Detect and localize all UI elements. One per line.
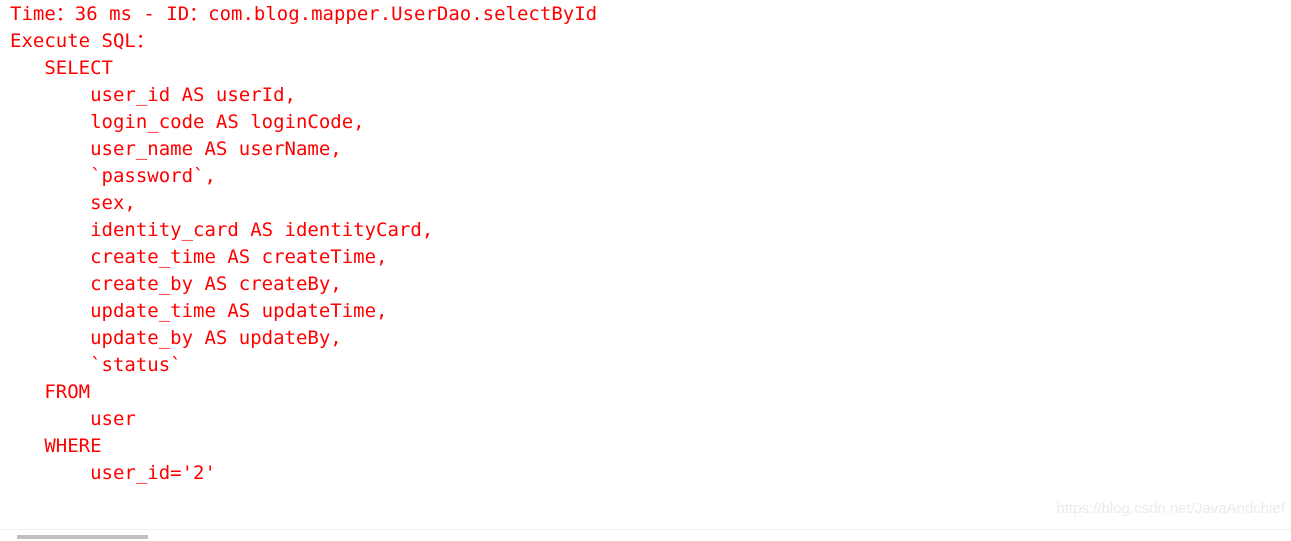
log-line: create_by AS createBy,: [10, 273, 342, 295]
log-line: identity_card AS identityCard,: [10, 219, 434, 241]
log-line: sex,: [10, 192, 136, 214]
log-line: user_id='2': [10, 462, 216, 484]
console-output-panel[interactable]: Time：36 ms - ID：com.blog.mapper.UserDao.…: [0, 0, 1291, 529]
log-line: update_time AS updateTime,: [10, 300, 388, 322]
log-line: SELECT: [10, 57, 113, 79]
log-line: FROM: [10, 381, 91, 403]
log-line: WHERE: [10, 435, 102, 457]
log-line: `password`,: [10, 165, 216, 187]
log-line: user_id AS userId,: [10, 84, 296, 106]
horizontal-scrollbar-track[interactable]: [0, 530, 1291, 541]
horizontal-scrollbar[interactable]: [0, 529, 1291, 541]
horizontal-scrollbar-thumb[interactable]: [17, 535, 148, 539]
log-line: `status`: [10, 354, 182, 376]
watermark-url: https://blog.csdn.net/JavaAndchief: [1056, 500, 1285, 517]
log-line: Execute SQL：: [10, 30, 155, 52]
log-line: login_code AS loginCode,: [10, 111, 365, 133]
log-line: create_time AS createTime,: [10, 246, 388, 268]
log-line: user: [10, 408, 136, 430]
log-line: user_name AS userName,: [10, 138, 342, 160]
log-line: update_by AS updateBy,: [10, 327, 342, 349]
log-line-list: Time：36 ms - ID：com.blog.mapper.UserDao.…: [10, 1, 597, 487]
log-line: Time：36 ms - ID：com.blog.mapper.UserDao.…: [10, 3, 598, 25]
